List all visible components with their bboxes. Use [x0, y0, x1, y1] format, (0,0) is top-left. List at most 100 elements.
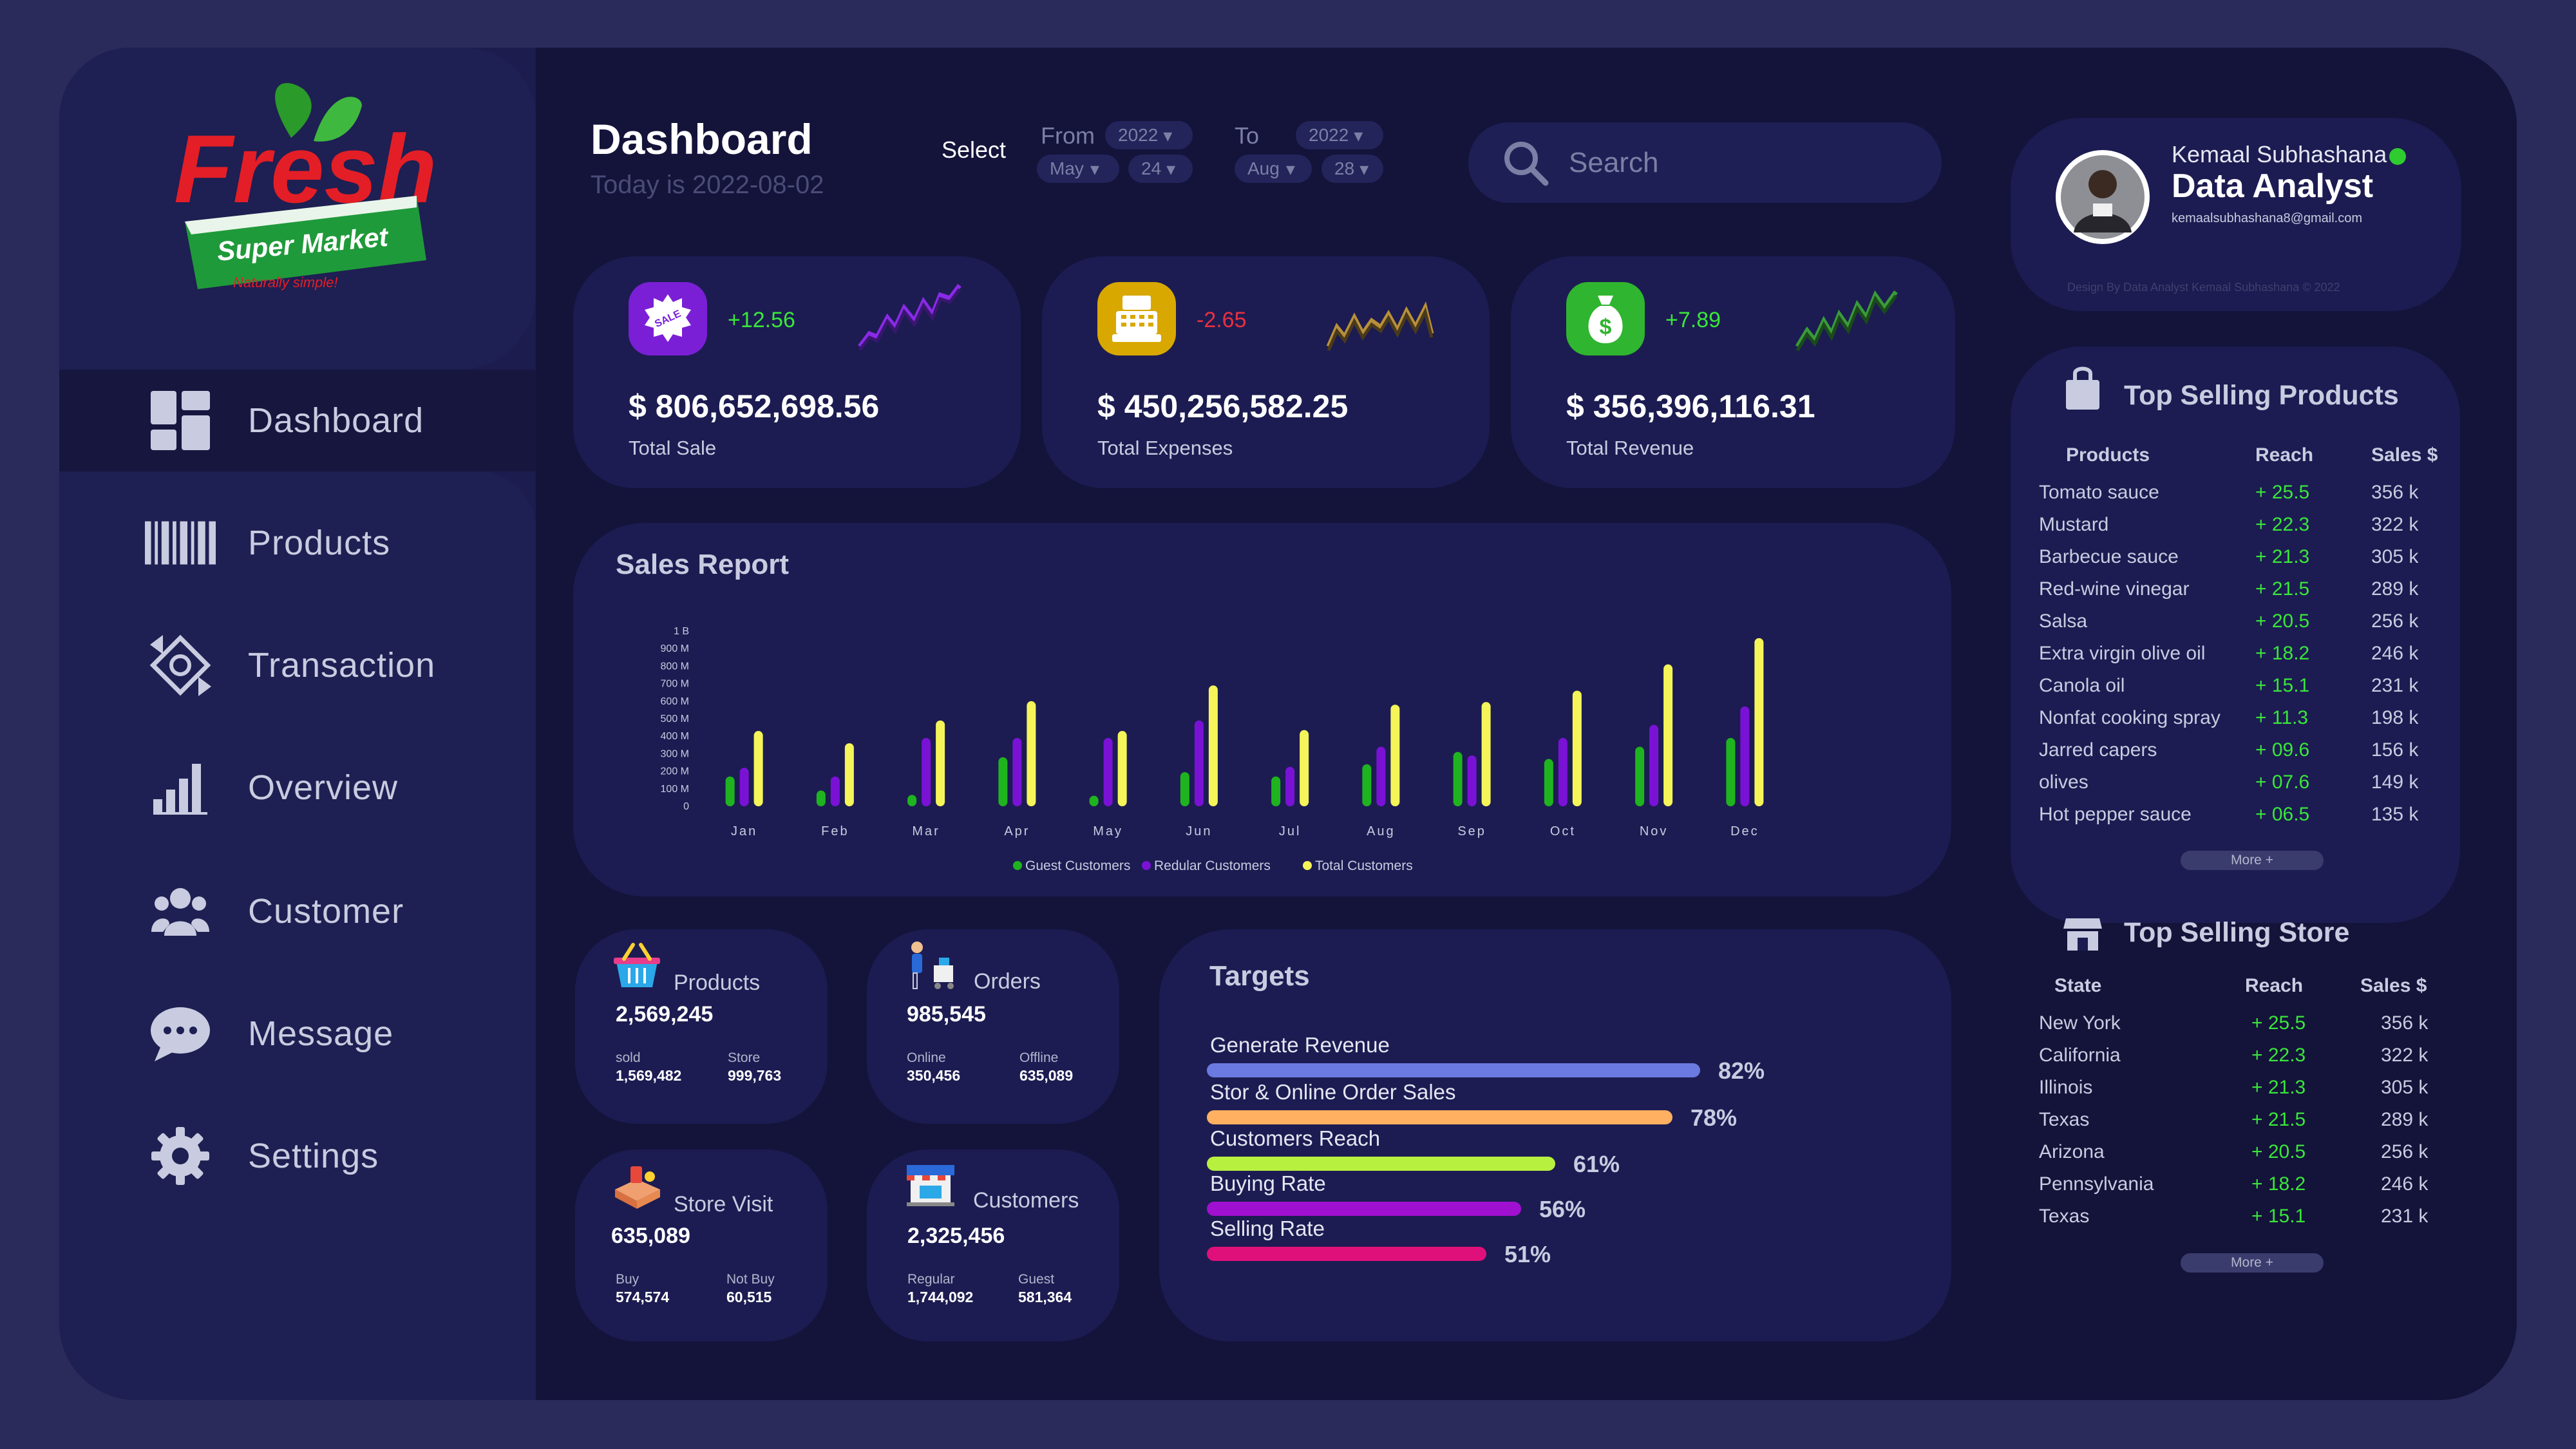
more-button[interactable]: More +	[2181, 1253, 2324, 1273]
x-tick-label: Oct	[1550, 824, 1576, 838]
table-cell-reach: + 09.6	[2255, 739, 2310, 761]
table-cell-sales: 289 k	[2371, 578, 2419, 600]
target-percent: 61%	[1573, 1151, 1620, 1177]
stat-sub-value: 60,515	[726, 1289, 772, 1305]
chart-bar	[830, 776, 840, 806]
legend-label: Total Customers	[1315, 858, 1413, 873]
sidebar-item-label: Settings	[248, 1137, 379, 1175]
sidebar-item-message[interactable]: Message	[145, 998, 393, 1069]
online-status-dot	[2389, 148, 2406, 165]
table-cell-name: Illinois	[2039, 1077, 2093, 1098]
table-cell-sales: 256 k	[2381, 1141, 2429, 1162]
gear-icon	[145, 1121, 216, 1191]
chart-bar	[1572, 690, 1582, 806]
y-tick-label: 500 M	[661, 714, 689, 724]
chart-bar	[1180, 772, 1189, 806]
kpi-change: +7.89	[1665, 308, 1721, 332]
from-day-select[interactable]: 24 ▾	[1128, 155, 1193, 183]
stat-sub-value: 350,456	[907, 1067, 961, 1084]
x-tick-label: Nov	[1640, 824, 1669, 838]
chevron-down-icon: ▾	[1163, 125, 1173, 146]
to-day-select[interactable]: 28 ▾	[1321, 155, 1383, 183]
target-percent: 56%	[1539, 1196, 1586, 1222]
table-cell-name: Red-wine vinegar	[2039, 578, 2190, 600]
avatar[interactable]	[2056, 150, 2150, 244]
chart-bar	[739, 768, 749, 806]
stat-sub-label: Regular	[907, 1272, 955, 1287]
target-progress-bar	[1207, 1247, 1486, 1261]
kpi-card-total-expenses: -2.65 $ 450,256,582.25 Total Expenses	[1042, 256, 1490, 488]
stat-sub-value: 581,364	[1018, 1289, 1072, 1305]
chart-bar	[1300, 730, 1309, 806]
from-month-select[interactable]: May ▾	[1037, 155, 1119, 183]
profile-role: Data Analyst	[2172, 167, 2374, 205]
table-cell-name: Extra virgin olive oil	[2039, 643, 2206, 664]
stat-sub-value: 574,574	[616, 1289, 670, 1305]
table-cell-reach: + 25.5	[2255, 482, 2310, 503]
chevron-down-icon: ▾	[1359, 158, 1369, 179]
table-cell-reach: + 18.2	[2251, 1173, 2306, 1195]
sidebar-item-dashboard[interactable]: Dashboard	[145, 385, 424, 456]
delivery-icon	[911, 942, 954, 989]
chevron-down-icon: ▾	[1090, 158, 1099, 179]
search-input[interactable]: Search	[1468, 122, 1942, 203]
y-tick-label: 600 M	[661, 696, 689, 707]
more-button[interactable]: More +	[2181, 851, 2324, 870]
table-header: State	[2054, 975, 2102, 996]
target-progress-bar	[1207, 1202, 1521, 1216]
sidebar-item-settings[interactable]: Settings	[145, 1121, 379, 1191]
table-cell-sales: 305 k	[2381, 1077, 2429, 1098]
table-cell-sales: 156 k	[2371, 739, 2419, 761]
table-cell-sales: 246 k	[2371, 643, 2419, 664]
to-label: To	[1235, 122, 1260, 149]
kpi-value: $ 806,652,698.56	[629, 388, 880, 424]
target-label: Customers Reach	[1210, 1126, 1381, 1150]
sidebar-item-label: Products	[248, 524, 391, 562]
users-icon	[145, 876, 216, 947]
table-cell-reach: + 18.2	[2255, 643, 2310, 664]
sidebar-item-products[interactable]: Products	[145, 507, 390, 578]
stat-sub-label: Store	[728, 1050, 761, 1065]
table-cell-reach: + 06.5	[2255, 804, 2310, 825]
chart-bar	[936, 720, 945, 806]
from-year-select[interactable]: 2022 ▾	[1105, 121, 1193, 149]
chart-bar	[1117, 731, 1127, 806]
chevron-down-icon: ▾	[1354, 125, 1363, 146]
table-cell-name: Arizona	[2039, 1141, 2105, 1162]
transaction-icon	[145, 630, 216, 701]
legend-label: Redular Customers	[1154, 858, 1271, 873]
top-stores-card: Top Selling Store State Reach Sales $ New Y…	[2011, 889, 2460, 1340]
sidebar-item-transaction[interactable]: Transaction	[145, 630, 435, 701]
to-year-select[interactable]: 2022 ▾	[1296, 121, 1383, 149]
x-tick-label: Jul	[1279, 824, 1302, 838]
table-cell-sales: 246 k	[2381, 1173, 2429, 1195]
fresh-logo: Fresh Super Market Naturally simple!	[174, 82, 437, 290]
legend-label: Guest Customers	[1025, 858, 1130, 873]
stat-value: 2,569,245	[616, 1002, 714, 1027]
table-cell-sales: 256 k	[2371, 611, 2419, 632]
kpi-card-total-revenue: $ +7.89 $ 356,396,116.31 Total Revenue	[1511, 256, 1955, 488]
sales-bar-chart: 1 B 900 M 800 M 700 M 600 M 500 M 400 M 300 M 20…	[661, 626, 1764, 873]
x-tick-label: Jun	[1186, 824, 1212, 838]
chart-bar	[1481, 702, 1491, 806]
target-label: Selling Rate	[1210, 1217, 1325, 1240]
sidebar-item-label: Overview	[248, 768, 399, 807]
top-stores-title: Top Selling Store	[2124, 917, 2350, 948]
stat-sub-value: 999,763	[728, 1067, 782, 1084]
profile-name: Kemaal Subhashana	[2172, 141, 2387, 167]
sidebar-item-customer[interactable]: Customer	[145, 876, 404, 947]
table-cell-reach: + 25.5	[2251, 1012, 2306, 1034]
table-cell-reach: + 22.3	[2255, 514, 2310, 535]
sidebar-item-overview[interactable]: Overview	[145, 752, 398, 823]
table-cell-name: Texas	[2039, 1109, 2090, 1130]
chart-bar	[1726, 737, 1736, 806]
table-cell-name: Mustard	[2039, 514, 2109, 535]
stat-value: 985,545	[907, 1002, 986, 1027]
kpi-value: $ 450,256,582.25	[1097, 388, 1349, 424]
x-tick-label: Jan	[731, 824, 757, 838]
table-cell-reach: + 21.5	[2251, 1109, 2306, 1130]
kpi-change: -2.65	[1197, 308, 1247, 332]
bar-chart-icon	[145, 752, 216, 823]
to-month-select[interactable]: Aug ▾	[1235, 155, 1312, 183]
y-tick-label: 100 M	[661, 784, 689, 795]
